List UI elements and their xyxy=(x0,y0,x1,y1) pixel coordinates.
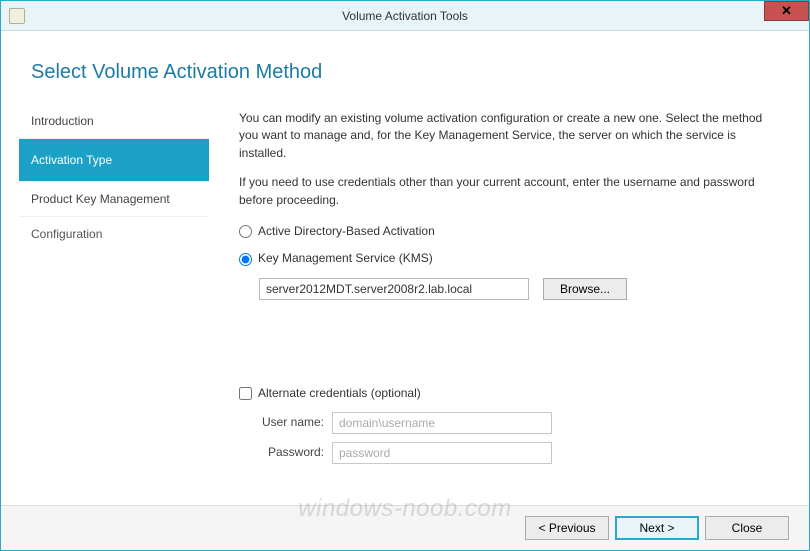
window-title: Volume Activation Tools xyxy=(342,9,468,23)
main-panel: You can modify an existing volume activa… xyxy=(209,104,809,505)
close-button[interactable]: Close xyxy=(705,516,789,540)
close-icon[interactable]: ✕ xyxy=(764,1,809,21)
sidebar-item-activation-type[interactable]: Activation Type xyxy=(19,139,209,182)
page-title: Select Volume Activation Method xyxy=(31,61,779,84)
radio-adba-row[interactable]: Active Directory-Based Activation xyxy=(239,223,779,240)
sidebar: Introduction Activation Type Product Key… xyxy=(19,104,209,505)
app-icon xyxy=(9,8,25,24)
radio-kms-row[interactable]: Key Management Service (KMS) xyxy=(239,250,779,267)
username-row: User name: xyxy=(239,412,779,434)
radio-adba-label: Active Directory-Based Activation xyxy=(258,223,435,240)
intro-text-1: You can modify an existing volume activa… xyxy=(239,110,779,162)
alt-credentials-checkbox[interactable] xyxy=(239,387,252,400)
alt-credentials-block: Alternate credentials (optional) User na… xyxy=(239,385,779,464)
username-label: User name: xyxy=(239,414,324,431)
next-button[interactable]: Next > xyxy=(615,516,699,540)
sidebar-item-introduction[interactable]: Introduction xyxy=(19,104,209,139)
page-header: Select Volume Activation Method xyxy=(1,31,809,104)
server-row: Browse... xyxy=(259,278,779,300)
alt-credentials-label: Alternate credentials (optional) xyxy=(258,385,421,402)
alt-credentials-row[interactable]: Alternate credentials (optional) xyxy=(239,385,779,402)
window-frame: Volume Activation Tools ✕ Select Volume … xyxy=(0,0,810,551)
radio-kms-label: Key Management Service (KMS) xyxy=(258,250,433,267)
sidebar-item-configuration: Configuration xyxy=(19,217,209,251)
previous-button[interactable]: < Previous xyxy=(525,516,609,540)
browse-button[interactable]: Browse... xyxy=(543,278,627,300)
password-label: Password: xyxy=(239,444,324,461)
username-field[interactable] xyxy=(332,412,552,434)
content-area: Select Volume Activation Method Introduc… xyxy=(1,31,809,550)
intro-text-2: If you need to use credentials other tha… xyxy=(239,174,779,209)
sidebar-item-product-key-management[interactable]: Product Key Management xyxy=(19,182,209,217)
titlebar: Volume Activation Tools ✕ xyxy=(1,1,809,31)
radio-adba[interactable] xyxy=(239,225,252,238)
radio-kms[interactable] xyxy=(239,253,252,266)
server-input[interactable] xyxy=(259,278,529,300)
footer: < Previous Next > Close xyxy=(1,505,809,550)
activation-method-group: Active Directory-Based Activation Key Ma… xyxy=(239,223,779,300)
password-field[interactable] xyxy=(332,442,552,464)
password-row: Password: xyxy=(239,442,779,464)
body-row: Introduction Activation Type Product Key… xyxy=(1,104,809,505)
